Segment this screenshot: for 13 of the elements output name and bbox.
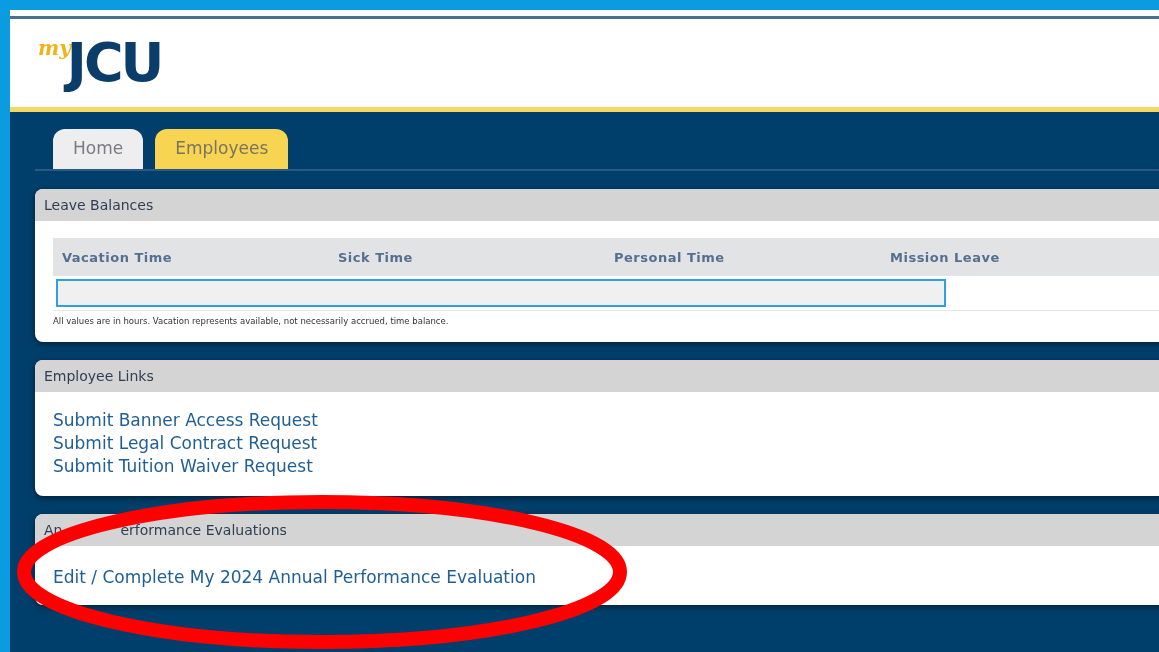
footnote: All values are in hours. Vacation represents available, not necessarily accrued, time balance. bbox=[53, 316, 450, 326]
link[interactable]: Submit Banner Access Request bbox=[53, 409, 318, 432]
column-header: Vacation Time bbox=[62, 249, 174, 265]
link[interactable]: Submit Legal Contract Request bbox=[53, 432, 318, 455]
panel-title: Leave Balances bbox=[44, 197, 154, 213]
column-header: Sick Time bbox=[338, 249, 414, 265]
column-header: Personal Time bbox=[614, 249, 726, 265]
tab[interactable]: Home bbox=[53, 129, 144, 169]
panel-title: Employee Links bbox=[44, 368, 154, 384]
column-header: Mission Leave bbox=[890, 249, 1001, 265]
panel-title: erformance Evaluations bbox=[120, 522, 287, 538]
link[interactable]: Edit / Complete My 2024 Annual Performance Evaluation bbox=[53, 566, 536, 589]
link[interactable]: Submit Tuition Waiver Request bbox=[53, 455, 313, 478]
